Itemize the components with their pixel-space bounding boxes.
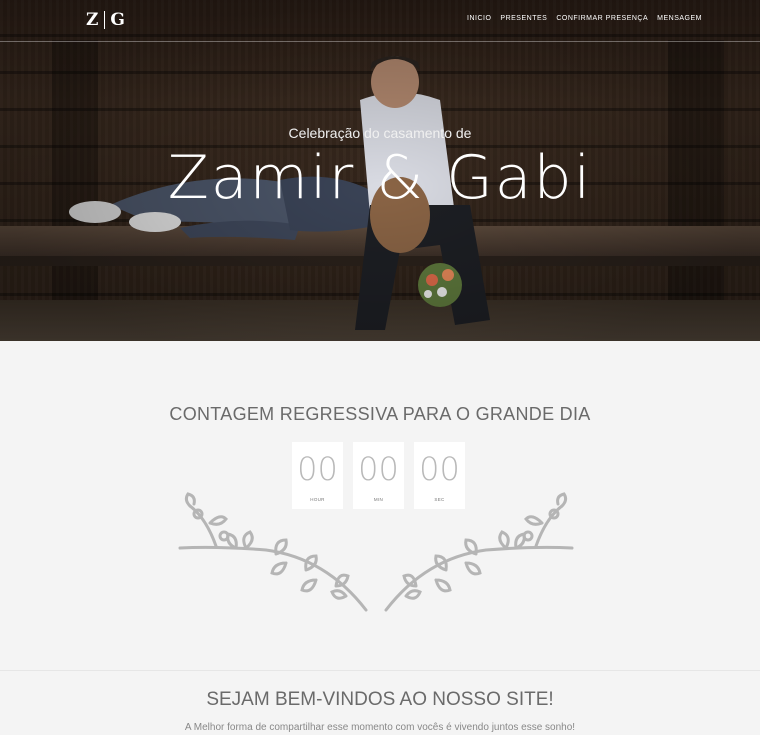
logo-divider [104,11,106,29]
logo-initial-right: G [110,10,126,30]
countdown-title: CONTAGEM REGRESSIVA PARA O GRANDE DIA [169,404,591,424]
hero-subtitle: Celebração do casamento de [288,125,472,141]
countdown-hours-value: 00 [297,450,338,488]
floral-wreath-ornament [178,492,574,612]
welcome-title: SEJAM BEM-VINDOS AO NOSSO SITE! [206,689,554,710]
top-navbar: Z G INICIO PRESENTES CONFIRMAR PRESENÇA … [0,0,760,42]
site-logo[interactable]: Z G [86,10,126,30]
nav-link-mensagem[interactable]: MENSAGEM [657,15,702,22]
welcome-text: A Melhor forma de compartilhar esse mome… [184,722,576,733]
main-menu: INICIO PRESENTES CONFIRMAR PRESENÇA MENS… [467,15,702,22]
nav-link-inicio[interactable]: INICIO [467,15,491,22]
logo-initial-left: Z [86,10,100,30]
nav-link-confirmar-presenca[interactable]: CONFIRMAR PRESENÇA [556,15,648,22]
nav-link-presentes[interactable]: PRESENTES [500,15,547,22]
countdown-minutes-value: 00 [358,450,399,488]
hero-banner: Z G INICIO PRESENTES CONFIRMAR PRESENÇA … [0,0,760,341]
hero-title: Zamir & Gabi [167,143,593,213]
welcome-section: SEJAM BEM-VINDOS AO NOSSO SITE! A Melhor… [0,670,760,735]
countdown-seconds-value: 00 [419,450,460,488]
